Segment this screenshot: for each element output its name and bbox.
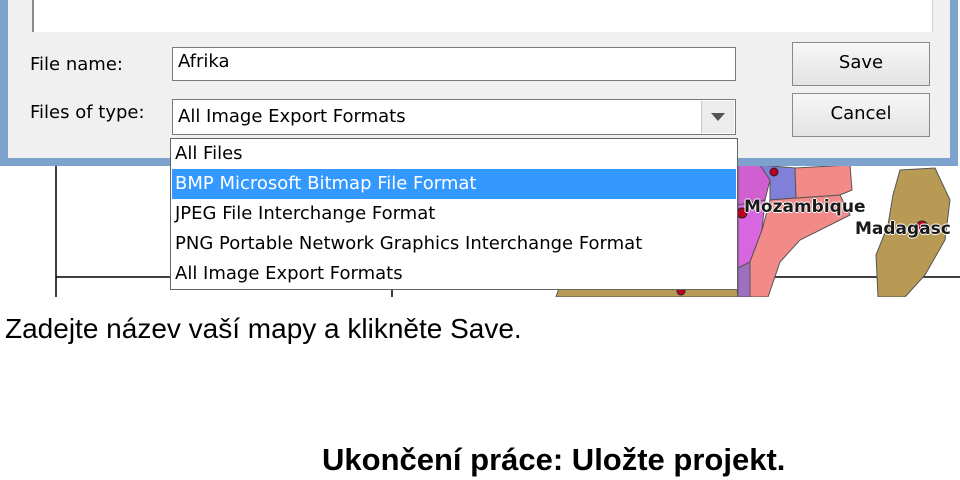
file-list-area[interactable]	[32, 0, 933, 32]
cancel-button[interactable]: Cancel	[792, 93, 930, 137]
file-type-option[interactable]: All Image Export Formats	[172, 259, 736, 289]
dialog-panel: File name: Afrika Files of type: All Ima…	[8, 0, 950, 158]
dropdown-arrow[interactable]	[701, 101, 734, 133]
file-name-input[interactable]: Afrika	[172, 47, 736, 81]
capital-marker	[769, 167, 779, 177]
save-button[interactable]: Save	[792, 42, 930, 86]
file-type-dropdown-list[interactable]: All Files BMP Microsoft Bitmap File Form…	[170, 138, 738, 290]
screenshot-area: Mozambique Madagasc File name: Afrika Fi…	[0, 0, 960, 297]
file-type-option[interactable]: All Files	[172, 139, 736, 169]
slide-footer: Ukončení práce: Uložte projekt.	[322, 442, 786, 477]
file-type-select[interactable]: All Image Export Formats	[172, 99, 736, 135]
file-type-selected-value: All Image Export Formats	[178, 106, 406, 127]
file-name-label: File name:	[30, 54, 123, 75]
chevron-down-icon	[711, 113, 725, 121]
map-region	[737, 261, 751, 297]
file-type-label: Files of type:	[30, 102, 145, 123]
file-type-option[interactable]: PNG Portable Network Graphics Interchang…	[172, 229, 736, 259]
slide-caption: Zadejte název vaší mapy a klikněte Save.	[5, 313, 522, 344]
file-type-option-selected[interactable]: BMP Microsoft Bitmap File Format	[172, 169, 736, 199]
map-label-mozambique: Mozambique	[744, 197, 866, 217]
map-label-madagascar: Madagasc	[855, 219, 951, 239]
map-region	[794, 164, 853, 199]
file-type-option[interactable]: JPEG File Interchange Format	[172, 199, 736, 229]
